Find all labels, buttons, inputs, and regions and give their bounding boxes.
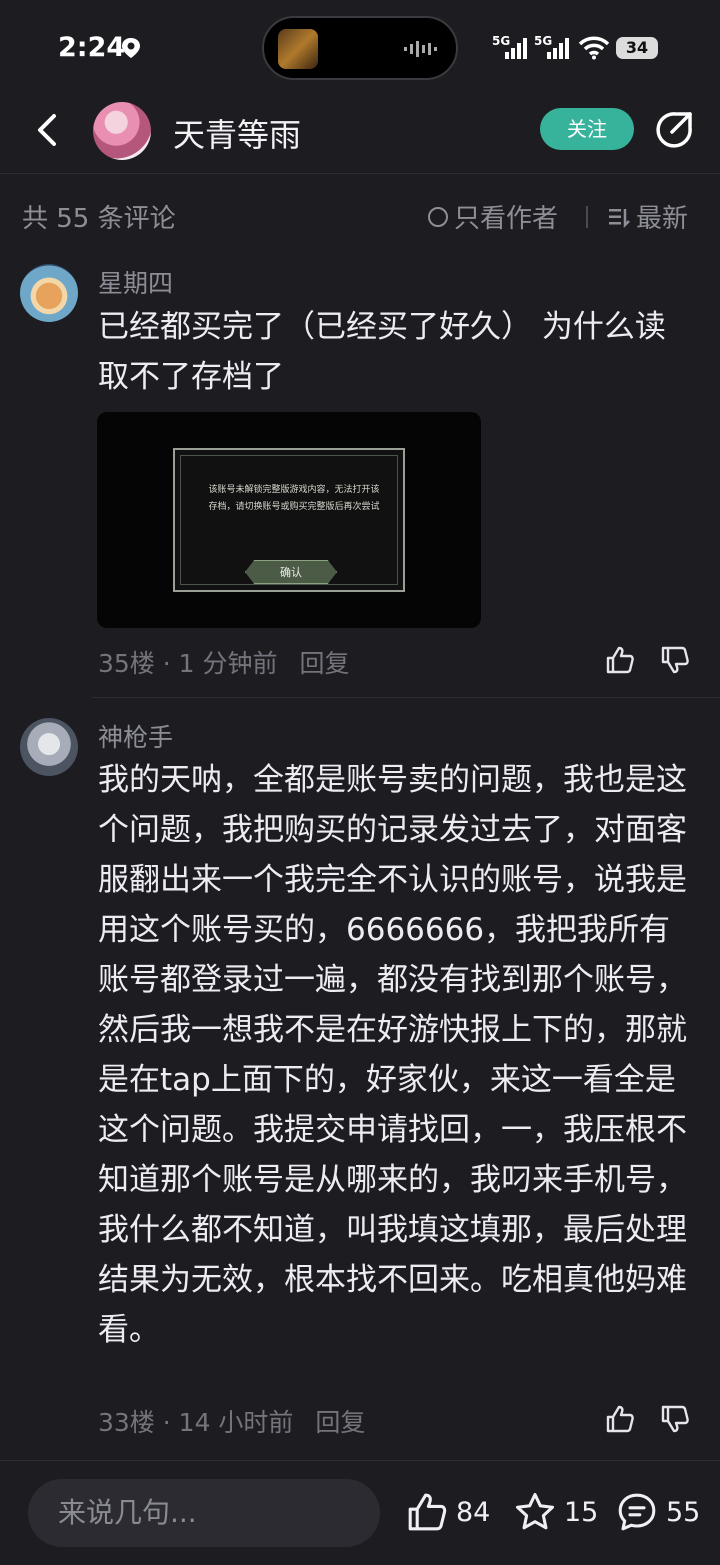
share-icon[interactable] <box>654 110 694 150</box>
floor-number: 33楼 <box>98 1408 155 1437</box>
sort-icon <box>609 208 630 228</box>
comment-meta: 35楼 · 1 分钟前 回复 <box>98 649 350 678</box>
comment-meta: 33楼 · 14 小时前 回复 <box>98 1408 366 1437</box>
comment-divider <box>92 697 720 698</box>
page-title: 天青等雨 <box>173 116 302 154</box>
thumbs-down-icon[interactable] <box>660 1404 690 1434</box>
thumbs-up-icon[interactable] <box>605 645 635 675</box>
thumbs-up-icon <box>408 1493 447 1531</box>
comment-bubble-icon <box>618 1493 656 1531</box>
game-app-icon <box>278 29 318 69</box>
commenter-name[interactable]: 神枪手 <box>98 718 173 754</box>
location-icon <box>122 38 140 58</box>
filter-divider <box>586 206 588 228</box>
floor-number: 35楼 <box>98 649 155 678</box>
status-bar: 2:24 5G 5G 34 <box>0 0 720 96</box>
comment-time: 14 小时前 <box>178 1408 294 1437</box>
comment-text: 我的天呐，全都是账号卖的问题，我也是这个问题，我把购买的记录发过去了，对面客服翻… <box>98 762 687 1348</box>
star-icon <box>515 1492 555 1530</box>
back-arrow-icon[interactable] <box>28 110 68 150</box>
thumbs-up-icon[interactable] <box>605 1404 635 1434</box>
follow-button[interactable]: 关注 <box>540 108 634 150</box>
like-count: 84 <box>456 1496 491 1528</box>
comment-count: 55 <box>666 1496 701 1528</box>
screenshot-confirm-button: 确认 <box>245 560 337 584</box>
audio-wave-icon <box>404 41 437 57</box>
sort-label: 最新 <box>636 204 689 234</box>
author-only-label: 只看作者 <box>454 204 559 234</box>
dynamic-island <box>262 16 458 80</box>
signal-1-icon <box>505 38 527 59</box>
comment-time: 1 分钟前 <box>178 649 278 678</box>
reply-link[interactable]: 回复 <box>315 1408 365 1437</box>
like-button[interactable]: 84 <box>406 1491 490 1533</box>
battery-indicator: 34 <box>616 37 658 59</box>
comment-text: 已经都买完了（已经买了好久） 为什么读取不了存档了 <box>98 309 666 395</box>
comment-count: 共 55 条评论 <box>22 204 176 234</box>
comment-filter-bar: 共 55 条评论 只看作者 最新 <box>0 192 720 242</box>
comment-page: 2:24 5G 5G 34 天青等雨 关注 共 55 条评论 只看作者 最新 星… <box>0 0 720 1565</box>
wifi-icon <box>578 36 610 60</box>
favorite-count: 15 <box>564 1496 599 1528</box>
status-time: 2:24 <box>58 32 126 63</box>
favorite-button[interactable]: 15 <box>514 1491 598 1533</box>
sort-toggle[interactable]: 最新 <box>608 198 688 235</box>
author-avatar[interactable] <box>93 102 151 160</box>
comment-input[interactable]: 来说几句... <box>28 1479 380 1547</box>
author-only-toggle[interactable]: 只看作者 <box>428 198 558 235</box>
commenter-avatar[interactable] <box>20 718 78 776</box>
screenshot-dialog: 该账号未解锁完整版游戏内容，无法打开该存档，请切换账号或购买完整版后再次尝试 确… <box>173 448 405 592</box>
thumbs-down-icon[interactable] <box>660 645 690 675</box>
bottom-action-bar: 来说几句... 84 15 55 <box>0 1460 720 1565</box>
reply-link[interactable]: 回复 <box>299 649 349 678</box>
comment-image[interactable]: 该账号未解锁完整版游戏内容，无法打开该存档，请切换账号或购买完整版后再次尝试 确… <box>97 412 481 628</box>
screenshot-dialog-text: 该账号未解锁完整版游戏内容，无法打开该存档，请切换账号或购买完整版后再次尝试 <box>208 485 380 512</box>
top-nav-bar: 天青等雨 关注 <box>0 96 720 174</box>
radio-icon <box>428 206 448 227</box>
commenter-name[interactable]: 星期四 <box>98 264 173 300</box>
signal-2-icon <box>547 38 569 59</box>
commenter-avatar[interactable] <box>20 264 78 322</box>
comments-button[interactable]: 55 <box>616 1491 700 1533</box>
